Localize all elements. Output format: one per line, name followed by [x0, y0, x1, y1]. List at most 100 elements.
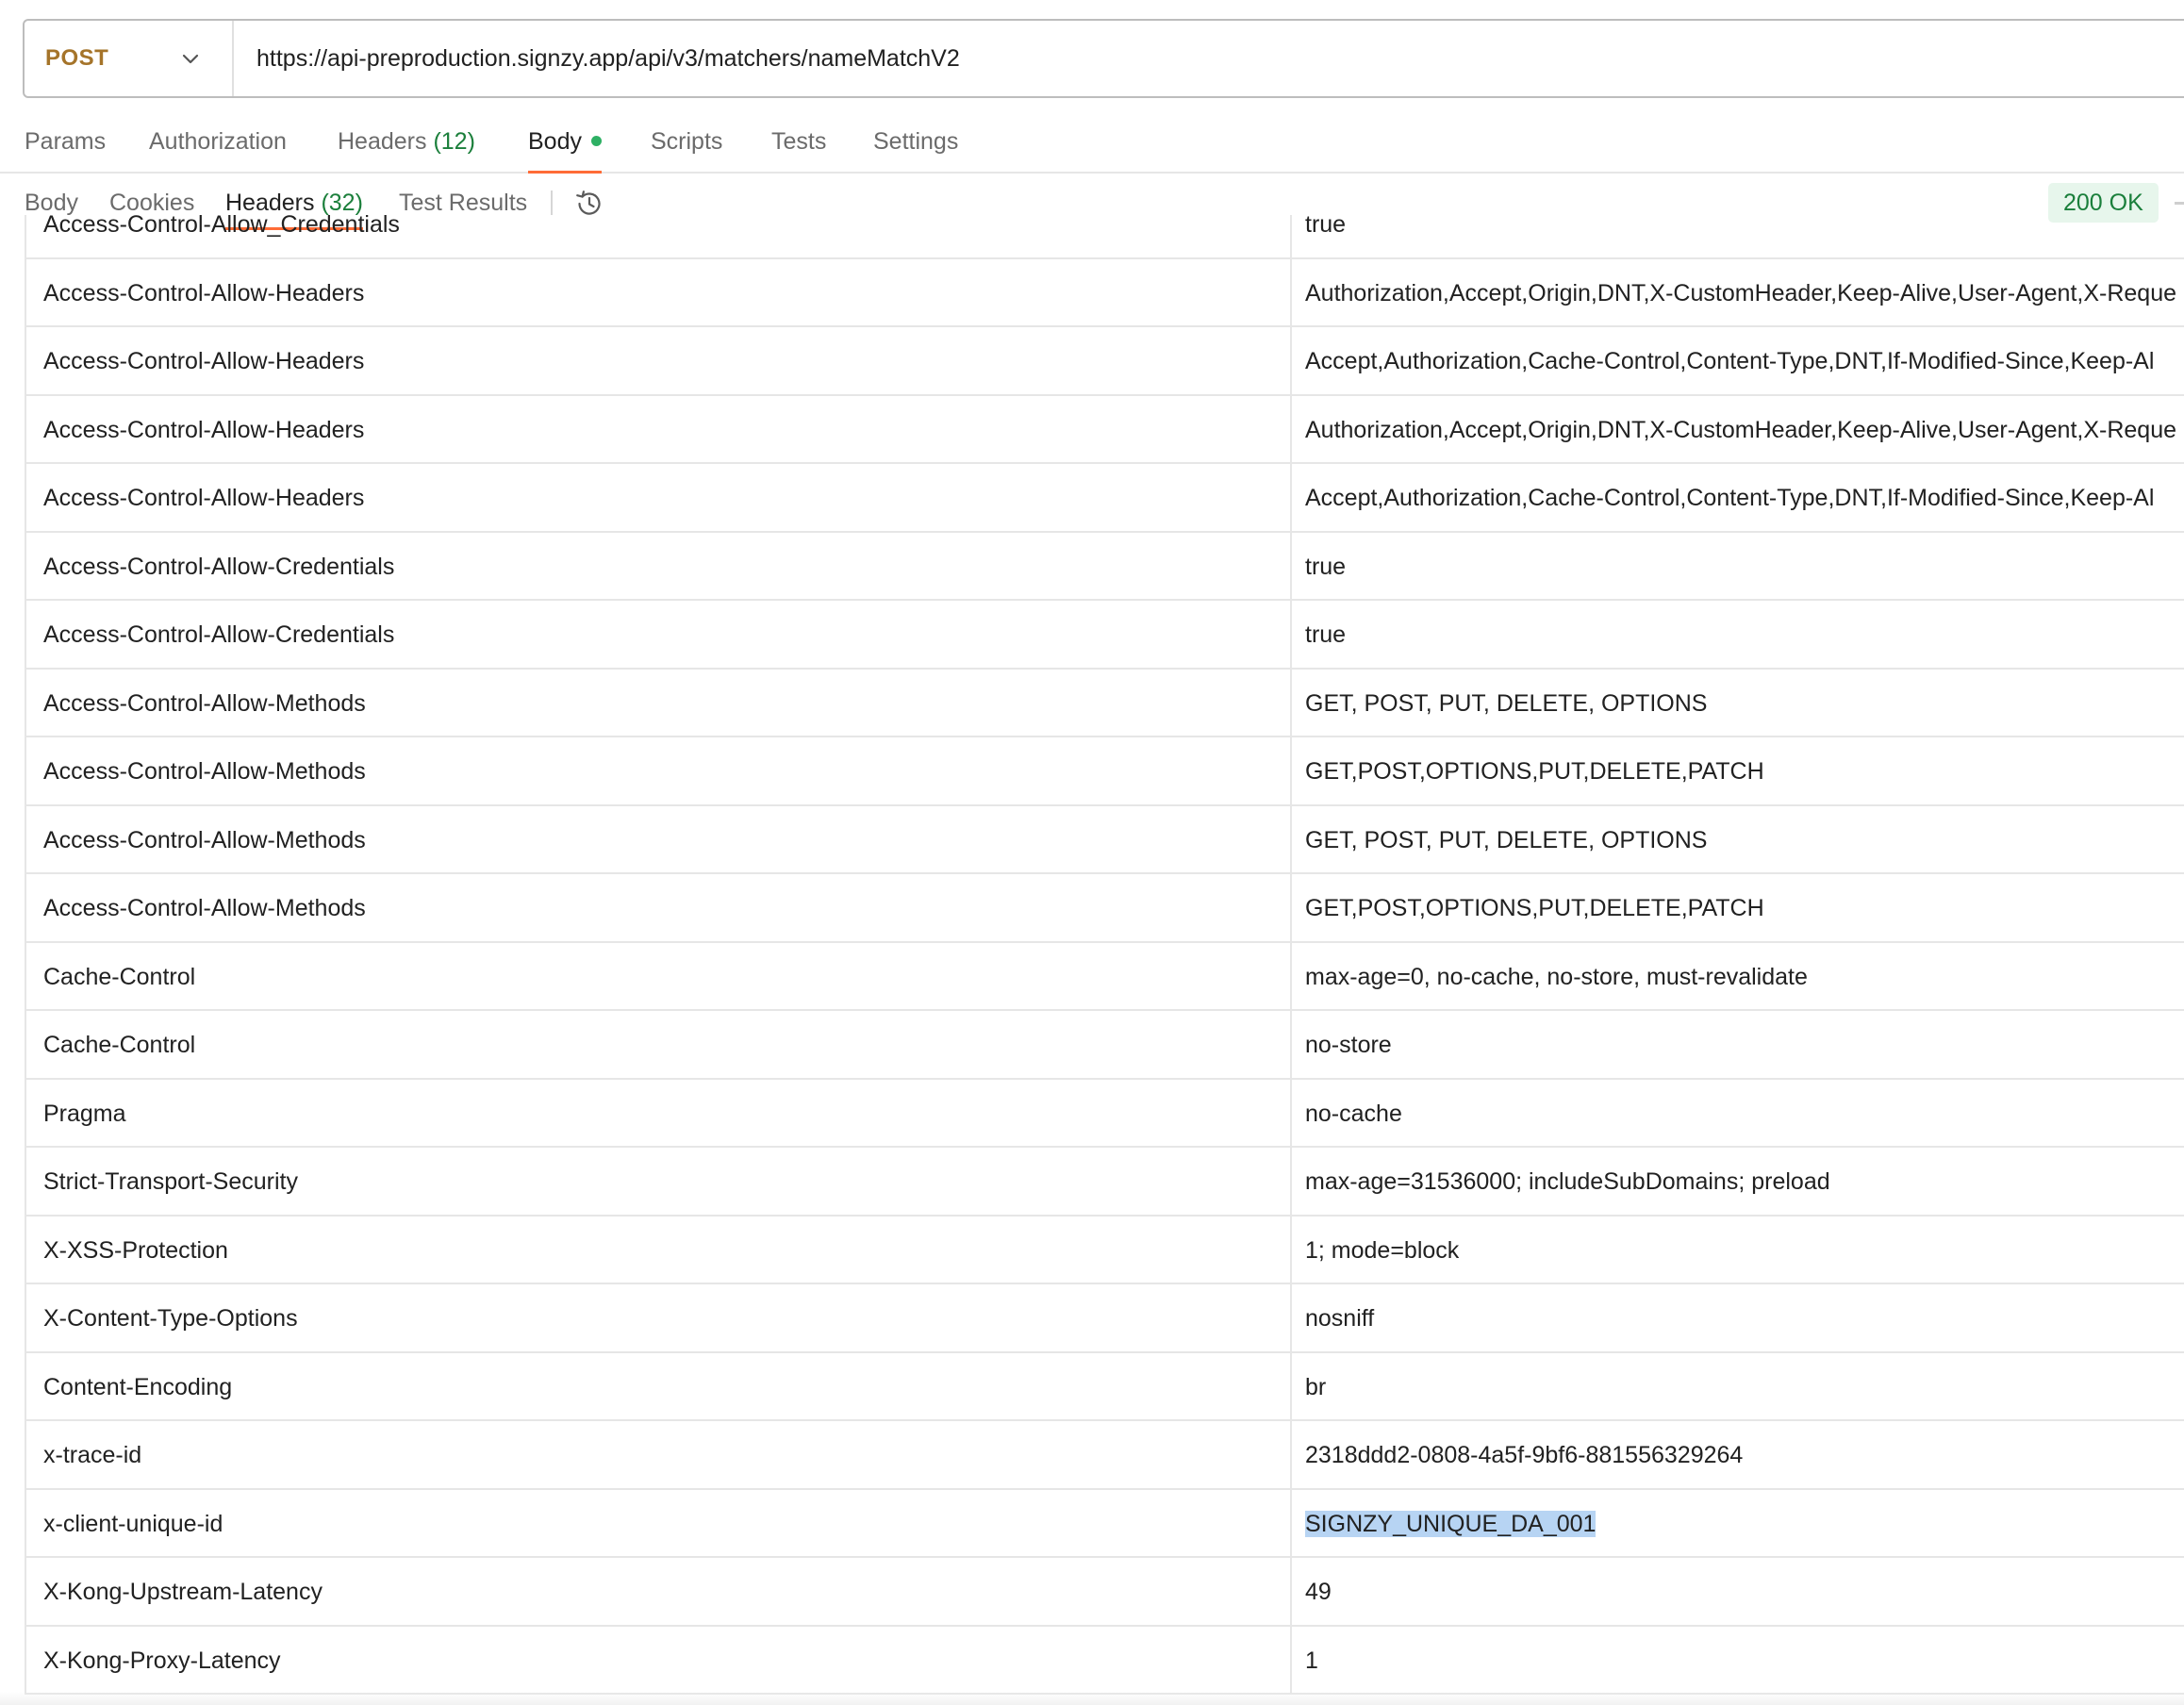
table-row[interactable]: Access-Control-Allow-Methods GET, POST, P…	[26, 805, 2184, 874]
tab-body[interactable]: Body	[528, 98, 602, 174]
column-divider	[1290, 1079, 1292, 1146]
request-url-bar: POST https://api-preproduction.signzy.ap…	[23, 19, 2184, 98]
header-value: Accept,Authorization,Cache-Control,Conte…	[1305, 327, 2184, 394]
header-value: Accept,Authorization,Cache-Control,Conte…	[1305, 464, 2184, 531]
table-row[interactable]: Access-Control-Allow-Headers Accept,Autho…	[26, 327, 2184, 396]
app-window: POST https://api-preproduction.signzy.ap…	[0, 0, 2184, 1705]
header-value: 1	[1305, 1627, 2184, 1694]
column-divider	[1290, 874, 1292, 941]
table-row[interactable]: X-XSS-Protection 1; mode=block	[26, 1216, 2184, 1284]
table-row[interactable]: Access-Control-Allow-Methods GET, POST, P…	[26, 669, 2184, 737]
header-value: GET, POST, PUT, DELETE, OPTIONS	[1305, 670, 2184, 737]
tab-tests[interactable]: Tests	[771, 98, 826, 174]
headers-table-body: Access-Control-Allow_Credentials true Acce…	[25, 215, 2184, 1695]
table-row[interactable]: Access-Control-Allow-Headers Authorizatio…	[26, 258, 2184, 327]
header-value-text: true	[1305, 553, 1347, 580]
tab-headers[interactable]: Headers (12)	[338, 98, 475, 174]
chevron-down-icon	[182, 54, 199, 64]
header-key: X-Content-Type-Options	[43, 1305, 298, 1332]
tab-label: Body	[528, 128, 582, 155]
table-row[interactable]: Strict-Transport-Security max-age=3153600…	[26, 1148, 2184, 1217]
header-value-text: GET,POST,OPTIONS,PUT,DELETE,PATCH	[1305, 895, 1764, 921]
header-value-text: Authorization,Accept,Origin,DNT,X-Custom…	[1305, 279, 2177, 306]
header-value-text: no-store	[1305, 1032, 1392, 1058]
tab-count: (12)	[433, 128, 475, 155]
header-value-text: true	[1305, 215, 1347, 238]
table-row[interactable]: x-client-unique-id SIGNZY_UNIQUE_DA_001	[26, 1489, 2184, 1558]
header-key: Access-Control-Allow-Methods	[43, 758, 366, 785]
header-key: x-client-unique-id	[43, 1510, 223, 1537]
column-divider	[1290, 942, 1292, 1009]
method-select[interactable]: POST	[25, 21, 234, 96]
header-key: Pragma	[43, 1100, 126, 1127]
header-key: Strict-Transport-Security	[43, 1168, 298, 1195]
column-divider	[1290, 1148, 1292, 1215]
header-value: true	[1305, 215, 2184, 257]
table-row[interactable]: Access-Control-Allow-Methods GET,POST,OPT…	[26, 737, 2184, 806]
header-value: true	[1305, 533, 2184, 600]
table-row[interactable]: Content-Encoding br	[26, 1352, 2184, 1421]
header-key: Access-Control-Allow-Credentials	[43, 553, 395, 580]
table-row[interactable]: Access-Control-Allow-Credentials true	[26, 532, 2184, 601]
header-key: X-XSS-Protection	[43, 1236, 228, 1264]
tab-scripts[interactable]: Scripts	[651, 98, 722, 174]
tab-settings[interactable]: Settings	[873, 98, 958, 174]
header-value: GET,POST,OPTIONS,PUT,DELETE,PATCH	[1305, 737, 2184, 804]
header-key: Access-Control-Allow-Headers	[43, 348, 365, 374]
tab-count: (32)	[321, 190, 363, 216]
header-value-text: no-cache	[1305, 1100, 1402, 1127]
header-key: X-Kong-Proxy-Latency	[43, 1647, 281, 1674]
table-row[interactable]: Access-Control-Allow-Methods GET,POST,OPT…	[26, 874, 2184, 943]
column-divider	[1290, 327, 1292, 394]
tab-label: Params	[25, 128, 107, 155]
table-row[interactable]: Cache-Control no-store	[26, 1011, 2184, 1080]
header-key: Access-Control-Allow-Methods	[43, 895, 366, 921]
column-divider	[1290, 1352, 1292, 1419]
table-row[interactable]: x-trace-id 2318ddd2-0808-4a5f-9bf6-881556…	[26, 1421, 2184, 1490]
table-row[interactable]: Access-Control-Allow-Headers Authorizatio…	[26, 395, 2184, 464]
header-key: Access-Control-Allow-Headers	[43, 416, 365, 443]
table-row[interactable]: X-Kong-Upstream-Latency 49	[26, 1558, 2184, 1627]
tab-authorization[interactable]: Authorization	[149, 98, 287, 174]
table-row[interactable]: Cache-Control max-age=0, no-cache, no-sto…	[26, 942, 2184, 1011]
tab-label: Test Results	[399, 190, 528, 216]
column-divider	[1290, 1284, 1292, 1351]
column-divider	[1290, 1216, 1292, 1283]
scroll-fade	[0, 1692, 2184, 1705]
table-row[interactable]: Access-Control-Allow_Credentials true	[26, 215, 2184, 259]
column-divider	[1290, 1558, 1292, 1625]
header-value-text: nosniff	[1305, 1305, 1375, 1332]
header-key: Access-Control-Allow-Headers	[43, 279, 365, 306]
header-key: Cache-Control	[43, 963, 196, 990]
tab-label: Settings	[873, 128, 959, 155]
header-value-text: GET, POST, PUT, DELETE, OPTIONS	[1305, 689, 1708, 717]
column-divider	[1290, 1626, 1292, 1693]
header-value-text: Accept,Authorization,Cache-Control,Conte…	[1305, 485, 2155, 511]
method-label: POST	[45, 45, 109, 71]
table-row[interactable]: Access-Control-Allow-Headers Accept,Autho…	[26, 464, 2184, 533]
tab-label: Scripts	[651, 128, 723, 155]
header-value: 49	[1305, 1558, 2184, 1625]
url-input[interactable]: https://api-preproduction.signzy.app/api…	[234, 45, 960, 73]
tab-label: Body	[25, 190, 78, 216]
table-row[interactable]: X-Content-Type-Options nosniff	[26, 1284, 2184, 1353]
table-row[interactable]: Pragma no-cache	[26, 1079, 2184, 1148]
header-key: X-Kong-Upstream-Latency	[43, 1579, 323, 1605]
table-row[interactable]: X-Kong-Proxy-Latency 1	[26, 1626, 2184, 1695]
header-key: Content-Encoding	[43, 1373, 233, 1400]
header-value-text: br	[1305, 1373, 1327, 1400]
header-value-text: Accept,Authorization,Cache-Control,Conte…	[1305, 348, 2155, 374]
table-row[interactable]: Access-Control-Allow-Credentials true	[26, 601, 2184, 670]
tab-label: Tests	[771, 128, 827, 155]
tab-label: Cookies	[109, 190, 195, 216]
header-value: nosniff	[1305, 1284, 2184, 1351]
header-value-text: GET,POST,OPTIONS,PUT,DELETE,PATCH	[1305, 758, 1764, 785]
header-value: no-cache	[1305, 1080, 2184, 1147]
tab-params[interactable]: Params	[25, 98, 106, 174]
header-value-text: 49	[1305, 1579, 1332, 1605]
modified-dot-icon	[590, 136, 602, 146]
column-divider	[1290, 215, 1292, 257]
header-value: SIGNZY_UNIQUE_DA_001	[1305, 1490, 2184, 1557]
header-key: Access-Control-Allow_Credentials	[43, 215, 400, 238]
header-value-text: Authorization,Accept,Origin,DNT,X-Custom…	[1305, 416, 2177, 443]
